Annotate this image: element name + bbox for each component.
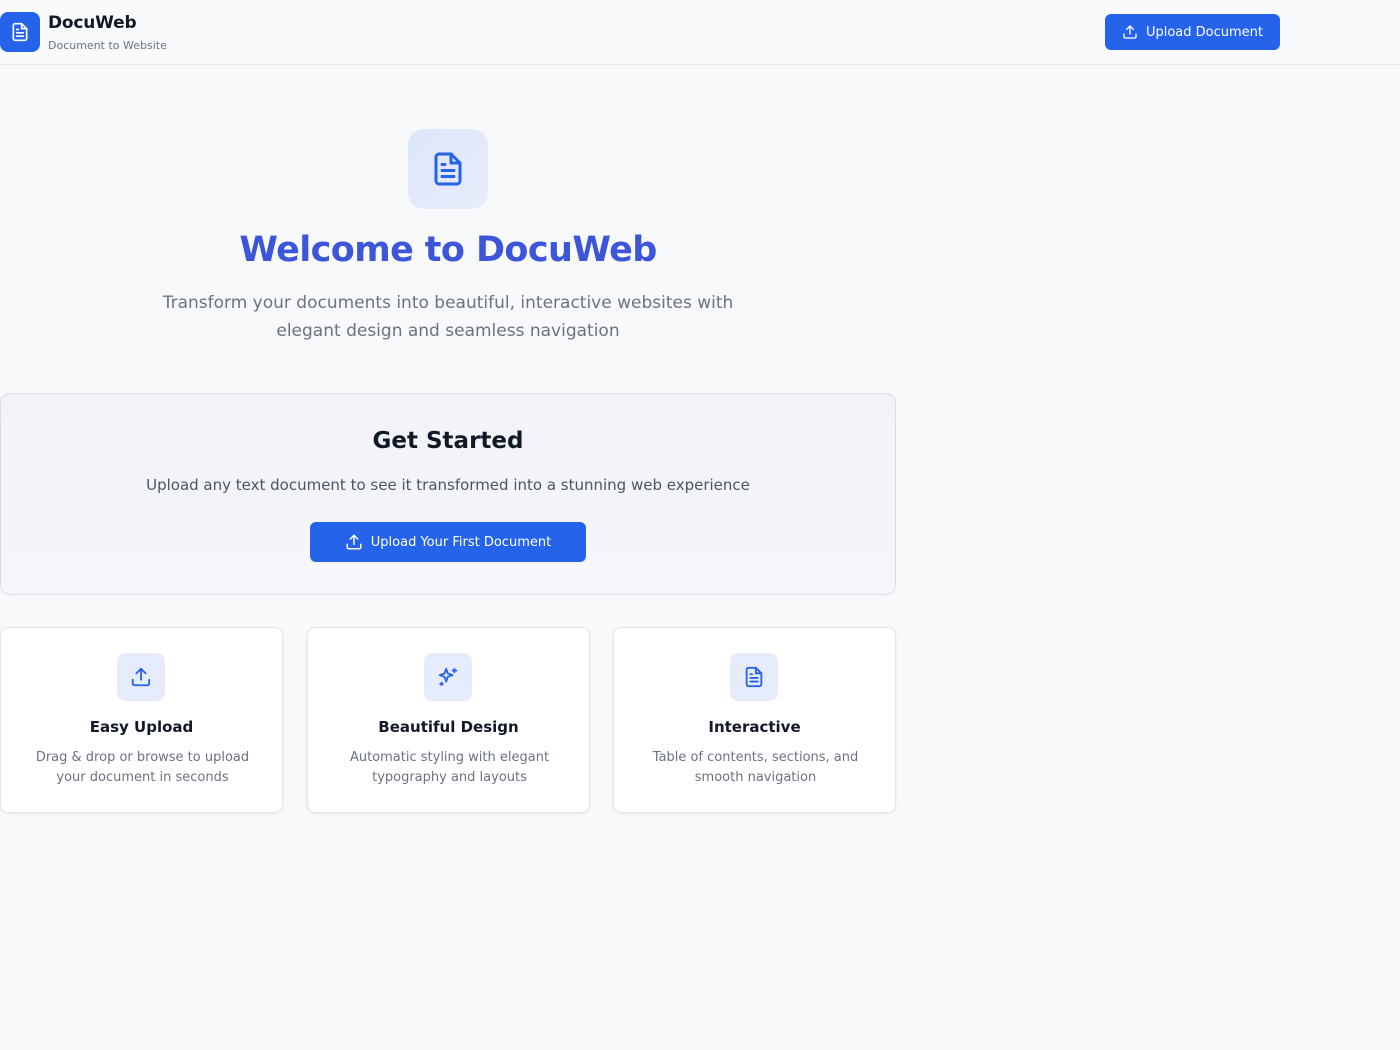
upload-first-document-label: Upload Your First Document — [370, 534, 552, 550]
feature-description: Table of contents, sections, and smooth … — [652, 750, 859, 785]
get-started-card — [0, 393, 896, 595]
upload-icon — [131, 667, 151, 687]
upload-icon — [1123, 25, 1137, 39]
feature-icon-box — [424, 653, 472, 701]
feature-title: Beautiful Design — [378, 718, 519, 736]
upload-first-document-button[interactable]: Upload Your First Document — [310, 522, 586, 562]
hero-title: Welcome to DocuWeb — [239, 230, 657, 270]
get-started-title: Get Started — [372, 428, 524, 454]
upload-document-label: Upload Document — [1145, 24, 1264, 40]
feature-card-beautiful-design: Beautiful Design Automatic styling with … — [307, 627, 590, 813]
file-text-icon — [434, 152, 462, 186]
hero-icon-box — [408, 129, 488, 209]
upload-icon — [346, 534, 362, 550]
feature-description: Drag & drop or browse to upload your doc… — [35, 750, 250, 785]
hero-subtitle: Transform your documents into beautiful,… — [162, 293, 734, 341]
app-header: DocuWeb Document to Website Upload Docum… — [0, 0, 1400, 65]
app-title: DocuWeb — [48, 13, 137, 33]
feature-description: Automatic styling with elegant typograph… — [349, 750, 550, 785]
feature-icon-box — [730, 653, 778, 701]
feature-title: Interactive — [708, 718, 801, 736]
feature-icon-box — [117, 653, 165, 701]
file-text-icon — [745, 666, 763, 688]
upload-document-button[interactable]: Upload Document — [1105, 14, 1280, 50]
feature-card-easy-upload: Easy Upload Drag & drop or browse to upl… — [0, 627, 283, 813]
logo[interactable] — [0, 12, 40, 52]
feature-title: Easy Upload — [89, 718, 194, 736]
feature-card-interactive: Interactive Table of contents, sections,… — [613, 627, 896, 813]
get-started-text: Upload any text document to see it trans… — [146, 476, 750, 494]
app-subtitle: Document to Website — [48, 39, 167, 52]
sparkles-icon — [438, 667, 458, 687]
file-text-icon — [12, 22, 28, 42]
